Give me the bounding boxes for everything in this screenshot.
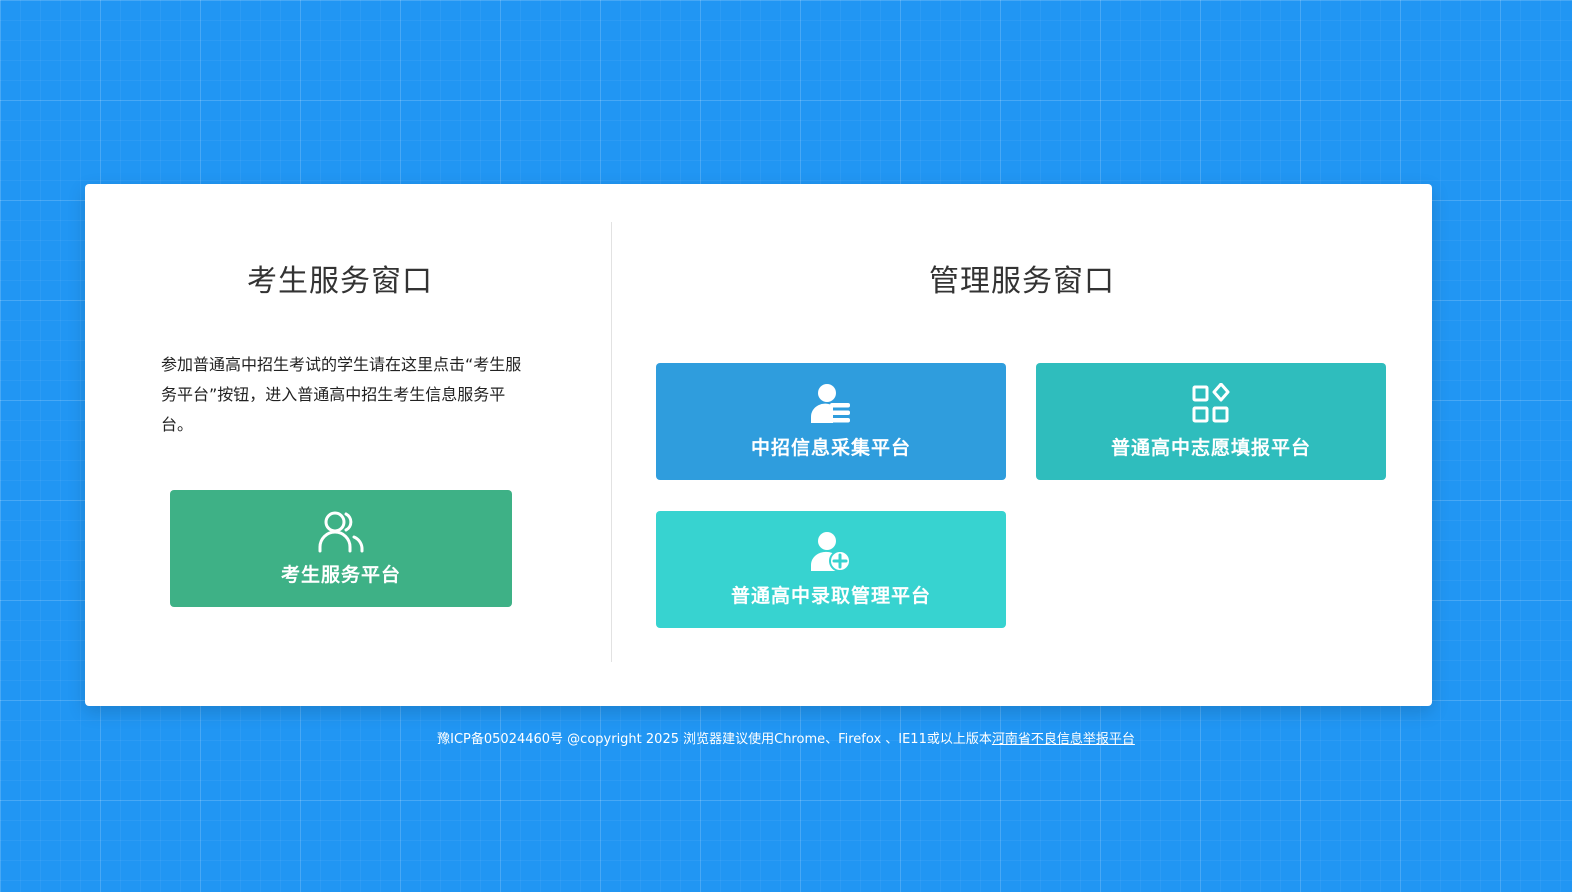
admission-management-platform-label: 普通高中录取管理平台	[730, 585, 931, 607]
volunteer-application-platform-label: 普通高中志愿填报平台	[1110, 437, 1311, 459]
student-section-title: 考生服务窗口	[247, 264, 433, 299]
student-section-description: 参加普通高中招生考试的学生请在这里点击“考生服务平台”按钮，进入普通高中招生考生…	[161, 355, 522, 434]
users-icon	[317, 510, 365, 554]
student-platform-button[interactable]: 考生服务平台	[170, 490, 512, 607]
info-collection-platform-button[interactable]: 中招信息采集平台	[656, 363, 1006, 480]
report-platform-link[interactable]: 河南省不良信息举报平台	[992, 732, 1135, 747]
footer-text: 豫ICP备05024460号 @copyright 2025 浏览器建议使用Ch…	[437, 732, 992, 747]
user-list-icon	[807, 383, 855, 427]
apps-icon	[1187, 383, 1235, 427]
volunteer-application-platform-button[interactable]: 普通高中志愿填报平台	[1036, 363, 1386, 480]
student-platform-label: 考生服务平台	[280, 564, 401, 586]
info-collection-platform-label: 中招信息采集平台	[750, 437, 911, 459]
user-add-icon	[807, 531, 855, 575]
admission-management-platform-button[interactable]: 普通高中录取管理平台	[656, 511, 1006, 628]
admin-section-title: 管理服务窗口	[929, 264, 1115, 299]
service-card: 考生服务窗口 参加普通高中招生考试的学生请在这里点击“考生服务平台”按钮，进入普…	[85, 184, 1432, 706]
footer: 豫ICP备05024460号 @copyright 2025 浏览器建议使用Ch…	[0, 728, 1572, 747]
